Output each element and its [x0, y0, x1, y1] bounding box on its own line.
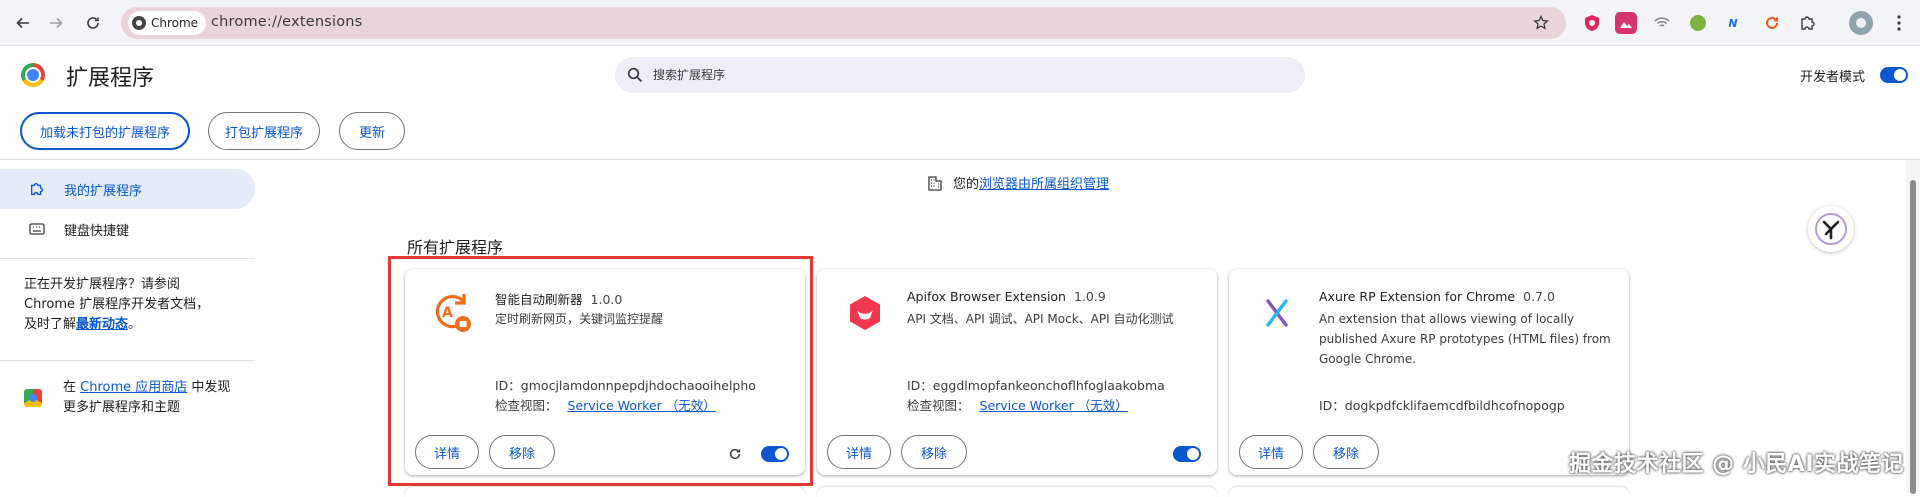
- service-worker-link[interactable]: Service Worker （无效）: [980, 398, 1128, 413]
- wifi-ext-icon[interactable]: [1651, 12, 1673, 34]
- keyboard-icon: [26, 220, 48, 238]
- extension-title: Axure RP Extension for Chrome: [1319, 289, 1516, 304]
- managed-link[interactable]: 浏览器由所属组织管理: [979, 177, 1109, 192]
- scrollbar-thumb[interactable]: [1910, 180, 1916, 494]
- dev-note-suffix: 。: [128, 317, 142, 332]
- dev-mode-label: 开发者模式: [1800, 70, 1866, 85]
- search-bar[interactable]: [615, 57, 1305, 93]
- assistant-logo-icon: [1815, 213, 1847, 245]
- extension-name: Axure RP Extension for Chrome 0.7.0: [1319, 289, 1555, 304]
- managed-prefix: 您的: [953, 177, 980, 192]
- star-icon: [1533, 15, 1549, 30]
- sidebar-item-keyboard-shortcuts[interactable]: 键盘快捷键: [0, 209, 255, 249]
- extension-description: An extension that allows viewing of loca…: [1319, 312, 1611, 366]
- remove-button[interactable]: 移除: [1313, 435, 1379, 469]
- chrome-icon: [132, 16, 146, 30]
- details-button[interactable]: 详情: [1239, 435, 1303, 469]
- arrow-right-icon: [50, 17, 63, 29]
- details-button[interactable]: 详情: [827, 435, 891, 469]
- chrome-logo: [21, 63, 45, 87]
- highlight-box: [388, 256, 813, 486]
- section-title: 所有扩展程序: [407, 238, 504, 257]
- watermark: 掘金技术社区 @ 小民AI实战笔记: [1568, 452, 1904, 477]
- extension-version: 0.7.0: [1523, 289, 1555, 304]
- sidebar-item-my-extensions[interactable]: 我的扩展程序: [0, 169, 255, 209]
- sidebar-item-label: 键盘快捷键: [64, 223, 130, 239]
- shield-ext-icon[interactable]: [1581, 12, 1603, 34]
- more-vert-icon: [1897, 15, 1901, 31]
- back-button[interactable]: [9, 9, 37, 37]
- floating-assistant-button[interactable]: [1808, 206, 1854, 252]
- extension-card: Axure RP Extension for Chrome 0.7.0 An ex…: [1229, 269, 1629, 475]
- omnibox[interactable]: Chrome chrome://extensions: [121, 7, 1566, 39]
- sidebar-divider: [0, 258, 255, 259]
- extension-id: ID：dogkpdfcklifaemcdfbildhcofnopogp: [1319, 398, 1565, 413]
- page-title: 扩展程序: [66, 66, 155, 91]
- apifox-icon: [841, 289, 889, 337]
- dev-docs-note: 正在开发扩展程序？请参阅 Chrome 扩展程序开发者文档，及时了解最新动态。: [24, 275, 214, 335]
- site-chip[interactable]: Chrome: [128, 11, 207, 35]
- url-text[interactable]: chrome://extensions: [211, 14, 362, 30]
- page-scrollbar[interactable]: [1906, 160, 1920, 494]
- refresh-ext-icon[interactable]: [1761, 12, 1783, 34]
- extension-id: ID：eggdlmopfankeonchoflhfoglaakobma: [907, 378, 1165, 393]
- load-unpacked-button[interactable]: 加载未打包的扩展程序: [20, 112, 190, 150]
- profile-avatar[interactable]: [1849, 11, 1873, 35]
- inspect-views: 检查视图： Service Worker （无效）: [907, 395, 1128, 414]
- webstore-note: 在 Chrome 应用商店 中发现更多扩展程序和主题: [63, 378, 238, 418]
- reload-button[interactable]: [79, 9, 107, 37]
- managed-notice: 您的浏览器由所属组织管理: [927, 173, 1109, 192]
- axure-icon: [1253, 289, 1301, 337]
- dev-mode-toggle[interactable]: [1880, 67, 1908, 83]
- webstore-icon: [24, 389, 42, 407]
- site-chip-label: Chrome: [151, 16, 199, 30]
- n-ext-icon[interactable]: N: [1722, 12, 1744, 34]
- latest-news-link[interactable]: 最新动态: [76, 317, 128, 332]
- menu-button[interactable]: [1888, 12, 1910, 34]
- extension-title: Apifox Browser Extension: [907, 289, 1066, 304]
- puzzle-icon: [26, 180, 48, 198]
- header-divider: [0, 159, 1920, 160]
- store-note-prefix: 在: [63, 380, 81, 395]
- mountain-ext-icon[interactable]: [1615, 12, 1637, 34]
- extension-description: API 文档、API 调试、API Mock、API 自动化测试: [907, 312, 1174, 326]
- browser-toolbar: Chrome chrome://extensions N: [0, 0, 1920, 46]
- extension-enable-toggle[interactable]: [1173, 446, 1201, 462]
- extension-card-partial: [405, 487, 805, 497]
- search-input[interactable]: [653, 68, 1253, 82]
- extension-card-partial: [1229, 487, 1629, 497]
- pack-extension-button[interactable]: 打包扩展程序: [208, 112, 320, 150]
- sidebar-divider: [0, 360, 255, 361]
- circle-ext-icon[interactable]: [1687, 12, 1709, 34]
- remove-button[interactable]: 移除: [901, 435, 967, 469]
- chrome-webstore-link[interactable]: Chrome 应用商店: [80, 380, 187, 395]
- sidebar-item-label: 我的扩展程序: [64, 183, 143, 199]
- inspect-views-label: 检查视图：: [907, 398, 970, 413]
- search-icon: [627, 67, 643, 83]
- arrow-left-icon: [16, 17, 29, 29]
- extension-card: Apifox Browser Extension 1.0.9 API 文档、API…: [817, 269, 1217, 475]
- extension-version: 1.0.9: [1073, 289, 1106, 304]
- extension-name: Apifox Browser Extension 1.0.9: [907, 289, 1106, 304]
- puzzle-icon[interactable]: [1797, 12, 1819, 34]
- bookmark-star-button[interactable]: [1530, 12, 1552, 34]
- forward-button[interactable]: [42, 9, 70, 37]
- building-icon: [928, 175, 942, 191]
- extension-card-partial: [817, 487, 1217, 497]
- reload-icon: [87, 17, 99, 29]
- update-button[interactable]: 更新: [339, 112, 405, 150]
